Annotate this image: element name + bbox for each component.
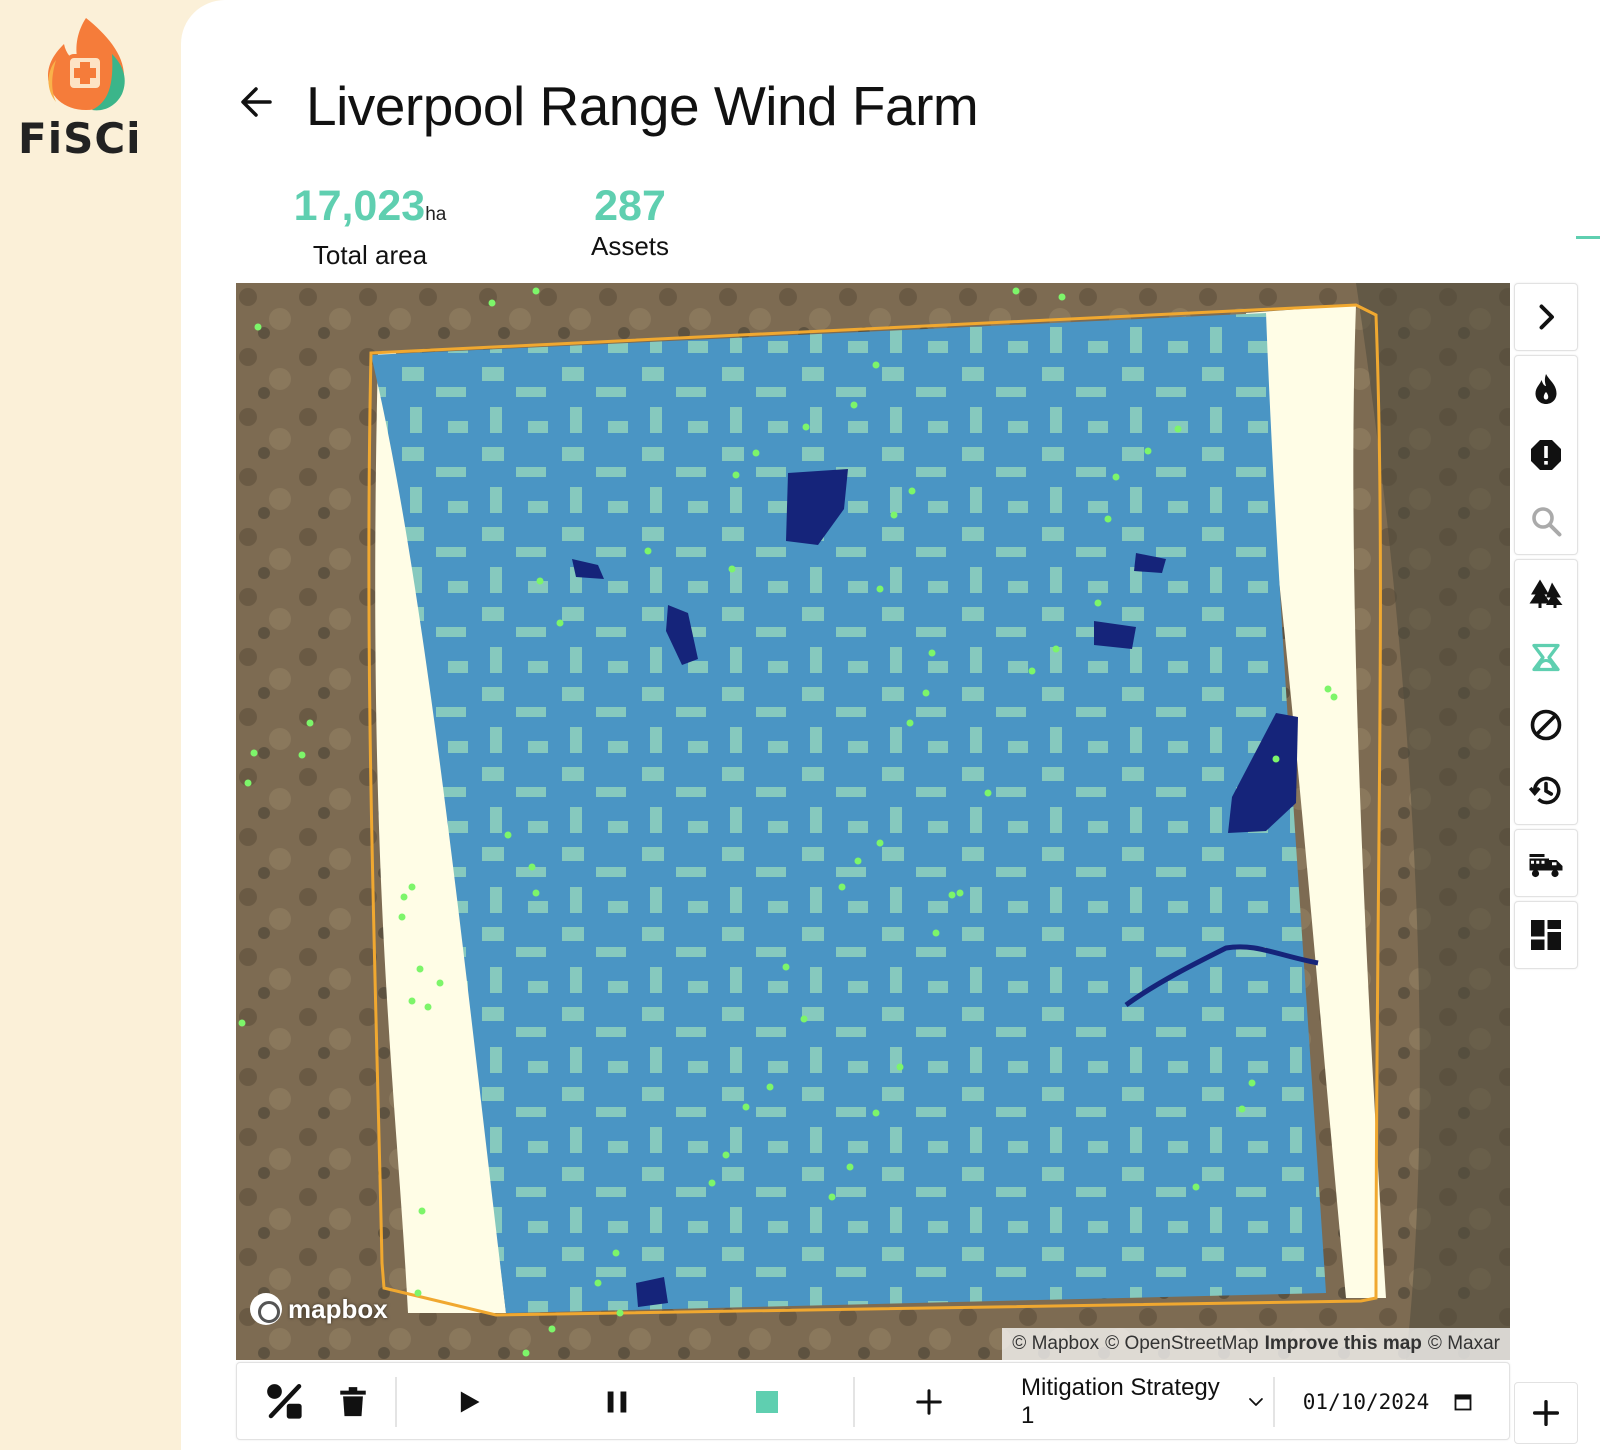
risk-raster <box>371 313 1326 1313</box>
attribution-osm[interactable]: © OpenStreetMap <box>1105 1333 1258 1355</box>
toolbar-group-dashboard <box>1514 901 1578 969</box>
trees-icon <box>1529 579 1563 608</box>
toolbar-divider <box>1273 1377 1275 1427</box>
back-button[interactable] <box>236 80 276 124</box>
toolbar-divider <box>853 1377 855 1427</box>
mapbox-logo-text: mapbox <box>288 1293 388 1324</box>
history-icon <box>1528 776 1561 805</box>
stop-button[interactable] <box>743 1363 791 1441</box>
chevron-down-icon <box>1249 1398 1263 1406</box>
alert-octagon-icon <box>1531 440 1561 470</box>
fire-behaviour-icon <box>1532 643 1560 672</box>
play-icon <box>460 1391 480 1413</box>
toolbar-group-collapse <box>1514 283 1578 351</box>
pause-button[interactable] <box>593 1363 641 1441</box>
fire-truck-tool-button[interactable] <box>1515 830 1577 896</box>
collapse-panel-button[interactable] <box>1515 284 1577 350</box>
block-tool-button[interactable] <box>1515 692 1577 758</box>
toolbar-group-resources <box>1514 829 1578 897</box>
simulation-date-input[interactable]: 01/10/2024 <box>1283 1363 1493 1441</box>
delete-button[interactable] <box>331 1363 375 1441</box>
stat-area-value: 17,023 <box>293 182 426 230</box>
fisci-flame-logo-icon <box>48 18 125 111</box>
stat-assets-value: 287 <box>594 182 666 230</box>
fisci-logo[interactable]: FiSCi <box>16 14 156 164</box>
toolbar-divider <box>395 1377 397 1427</box>
right-toolbar <box>1514 283 1578 1433</box>
plus-icon <box>1532 1399 1560 1427</box>
search-icon <box>1532 507 1562 537</box>
sidebar: FiSCi <box>0 0 185 1450</box>
toolbar-group-layers <box>1514 559 1578 825</box>
search-tool-button[interactable] <box>1515 488 1577 554</box>
dashboard-tool-button[interactable] <box>1515 902 1577 968</box>
fire-icon <box>1535 374 1557 404</box>
stat-area-label: Total area <box>312 240 428 270</box>
date-value: 01/10/2024 <box>1302 1390 1430 1414</box>
attribution-improve-link[interactable]: Improve this map <box>1265 1333 1422 1355</box>
add-layer-button[interactable] <box>1514 1382 1578 1444</box>
strategy-selected-value: Mitigation Strategy 1 <box>1021 1374 1220 1429</box>
alert-tool-button[interactable] <box>1515 422 1577 488</box>
map-canvas[interactable]: mapbox © Mapbox © OpenStreetMap Improve … <box>236 283 1510 1360</box>
plus-icon <box>916 1389 942 1415</box>
mapbox-logo[interactable]: mapbox <box>250 1293 388 1325</box>
trash-icon <box>340 1387 366 1417</box>
play-button[interactable] <box>445 1363 493 1441</box>
mapbox-logo-icon <box>250 1293 282 1325</box>
attribution-mapbox[interactable]: © Mapbox <box>1012 1333 1099 1355</box>
strategy-select[interactable]: Mitigation Strategy 1 <box>1021 1363 1265 1441</box>
logo-text: FiSCi <box>18 114 142 163</box>
shapes-icon <box>267 1383 302 1419</box>
simulation-toolbar: Mitigation Strategy 1 01/10/2024 <box>236 1362 1510 1440</box>
attribution-maxar[interactable]: © Maxar <box>1428 1333 1500 1355</box>
stop-square-icon <box>756 1391 778 1413</box>
block-icon <box>1530 709 1562 741</box>
draw-shapes-button[interactable] <box>259 1363 311 1441</box>
add-strategy-button[interactable] <box>905 1363 953 1441</box>
fire-behaviour-tool-button[interactable] <box>1515 626 1577 692</box>
stat-assets-label: Assets <box>590 231 670 261</box>
page-title: Liverpool Range Wind Farm <box>306 75 979 137</box>
vegetation-tool-button[interactable] <box>1515 560 1577 626</box>
dashboard-icon <box>1531 920 1561 950</box>
history-tool-button[interactable] <box>1515 758 1577 824</box>
stat-total-area: 17,023ha Total area <box>285 183 455 271</box>
arrow-left-icon <box>241 87 272 117</box>
calendar-icon[interactable] <box>1453 1392 1473 1412</box>
toolbar-group-analysis <box>1514 355 1578 555</box>
pause-icon <box>607 1391 627 1413</box>
fire-tool-button[interactable] <box>1515 356 1577 422</box>
map-layers <box>236 283 1510 1360</box>
stat-assets: 287 Assets <box>565 183 695 262</box>
chevron-right-icon <box>1539 304 1554 330</box>
stat-area-unit: ha <box>425 204 447 225</box>
fire-truck-icon <box>1529 854 1563 878</box>
map-attribution: © Mapbox © OpenStreetMap Improve this ma… <box>1002 1328 1510 1360</box>
tab-indicator <box>1576 236 1600 239</box>
